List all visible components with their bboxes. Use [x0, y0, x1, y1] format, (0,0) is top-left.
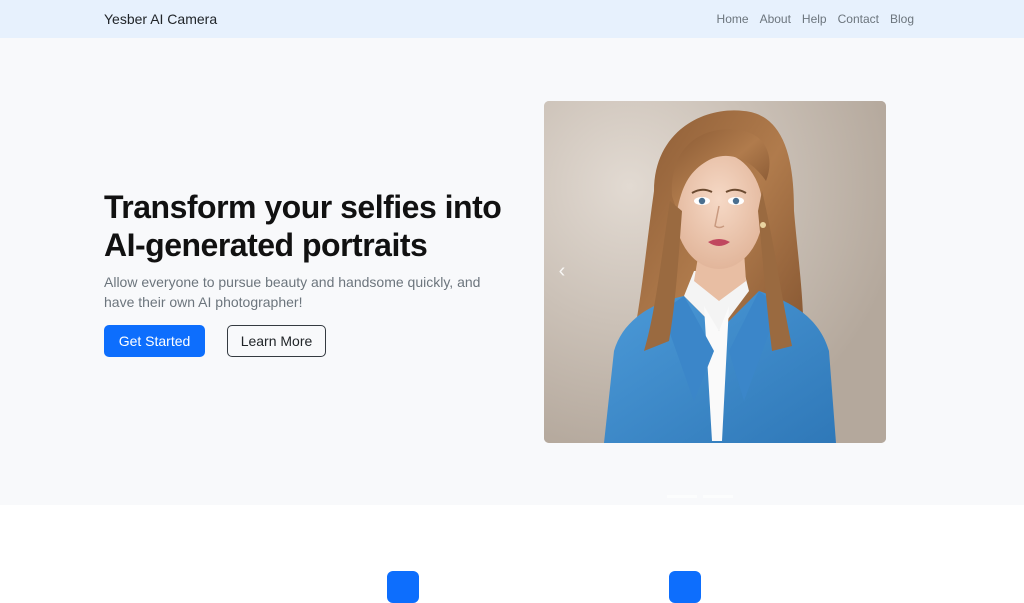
nav-link-about[interactable]: About	[760, 12, 791, 26]
carousel-prev-button[interactable]: ‹	[550, 256, 574, 286]
nav-links: Home About Help Contact Blog	[717, 12, 914, 26]
nav-link-blog[interactable]: Blog	[890, 12, 914, 26]
nav-link-home[interactable]: Home	[717, 12, 749, 26]
image-carousel[interactable]: ‹	[544, 101, 886, 443]
carousel-indicators	[667, 495, 733, 498]
hero-section: Transform your selfies into AI-generated…	[0, 38, 1024, 505]
carousel-indicator[interactable]	[703, 495, 733, 498]
chevron-left-icon: ‹	[558, 259, 566, 282]
hero-title-line2: AI-generated portraits	[104, 227, 428, 263]
nav-link-help[interactable]: Help	[802, 12, 827, 26]
hero-text-block: Transform your selfies into AI-generated…	[104, 188, 524, 312]
carousel-indicator[interactable]	[667, 495, 697, 498]
hero-title-line1: Transform your selfies into	[104, 189, 502, 225]
brand-logo-text[interactable]: Yesber AI Camera	[104, 11, 217, 27]
features-section	[0, 505, 1024, 603]
get-started-button[interactable]: Get Started	[104, 325, 205, 357]
hero-buttons: Get Started Learn More	[104, 325, 326, 357]
nav-link-contact[interactable]: Contact	[838, 12, 879, 26]
top-navbar: Yesber AI Camera Home About Help Contact…	[0, 0, 1024, 38]
hero-subtitle: Allow everyone to pursue beauty and hand…	[104, 274, 481, 310]
portrait-image	[544, 101, 886, 443]
hero-title: Transform your selfies into AI-generated…	[104, 188, 524, 264]
learn-more-button[interactable]: Learn More	[227, 325, 326, 357]
